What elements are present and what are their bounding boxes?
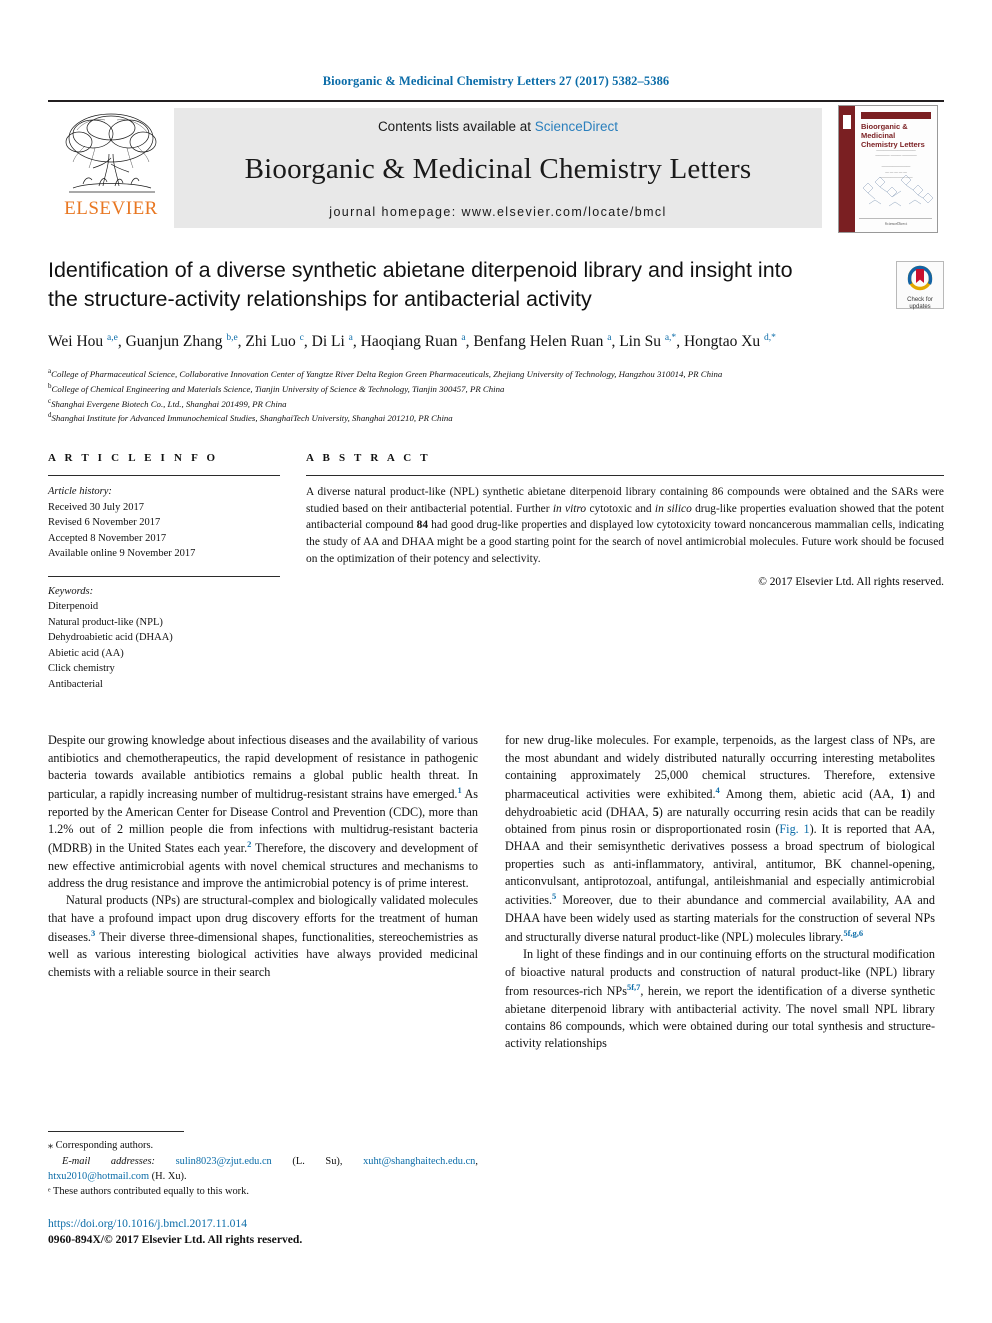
crossmark-label-line1: Check for [907,297,933,303]
article-history-label: Article history: [48,485,112,497]
affiliation-item: aCollege of Pharmaceutical Science, Coll… [48,366,944,381]
footnote-equal-contribution-text: These authors contributed equally to thi… [53,1185,249,1197]
history-item: Accepted 8 November 2017 [48,532,167,544]
article-info-column: A R T I C L E I N F O Article history: R… [48,452,280,692]
sciencedirect-link[interactable]: ScienceDirect [535,119,618,134]
abstract-heading: A B S T R A C T [306,451,431,464]
keyword-item: Natural product-like (NPL) [48,616,163,628]
affiliation-text: College of Pharmaceutical Science, Colla… [51,369,723,380]
abstract-text: A diverse natural product-like (NPL) syn… [306,485,944,565]
abstract-column: A B S T R A C T A diverse natural produc… [306,452,944,692]
elsevier-wordmark: ELSEVIER [64,198,158,219]
keyword-item: Dehydroabietic acid (DHAA) [48,632,173,644]
body-columns: Despite our growing knowledge about infe… [48,732,944,1052]
cover-title: Bioorganic & Medicinal Chemistry Letters [861,122,925,149]
keyword-item: Click chemistry [48,663,115,675]
keyword-item: Abietic acid (AA) [48,647,124,659]
keyword-item: Diterpenoid [48,601,99,613]
footnote-divider [48,1131,184,1132]
author-list: Wei Hou a,e, Guanjun Zhang b,e, Zhi Luo … [48,332,776,351]
doi-link[interactable]: https://doi.org/10.1016/j.bmcl.2017.11.0… [48,1217,478,1230]
divider [48,474,280,476]
affiliation-text: Shanghai Evergene Biotech Co., Ltd., Sha… [51,398,287,409]
asterisk-icon: ⁎ [48,1140,53,1151]
keywords-block: Keywords: Diterpenoid Natural product-li… [48,584,280,693]
epsilon-marker-icon: ᵉ [48,1185,51,1197]
body-paragraph: Despite our growing knowledge about infe… [48,733,478,891]
keyword-item: Antibacterial [48,678,103,690]
affiliation-item: bCollege of Chemical Engineering and Mat… [48,381,944,396]
body-right-column: for new drug-like molecules. For example… [505,732,935,1052]
crossmark-label-line2: updates [909,303,931,310]
email-label: E-mail addresses: [62,1155,155,1167]
body-left-column: Despite our growing knowledge about infe… [48,732,478,1052]
page-title: Identification of a diverse synthetic ab… [48,258,793,312]
footnote-emails: E-mail addresses: sulin8023@zjut.edu.cn … [48,1154,478,1184]
crossmark-icon [907,265,933,291]
crossmark-badge[interactable]: Check for updates [896,261,944,311]
affiliation-text: College of Chemical Engineering and Mate… [51,383,505,394]
affiliation-text: Shanghai Institute for Advanced Immunoch… [51,413,453,424]
doi-block: https://doi.org/10.1016/j.bmcl.2017.11.0… [48,1217,478,1248]
footnote-corresponding: ⁎ Corresponding authors. [48,1138,478,1154]
footnote-corresponding-text: Corresponding authors. [55,1140,154,1151]
article-info-heading: A R T I C L E I N F O [48,451,219,464]
crossmark-label: Check for updates [897,297,943,311]
journal-homepage[interactable]: journal homepage: www.elsevier.com/locat… [329,205,666,219]
elsevier-logo: ELSEVIER [48,102,174,234]
cover-structure-graphic [859,168,934,214]
info-abstract-row: A R T I C L E I N F O Article history: R… [48,452,944,692]
title-area: Identification of a diverse synthetic ab… [48,256,944,425]
journal-title: Bioorganic & Medicinal Chemistry Letters [244,153,752,185]
divider [48,575,280,577]
footnote-block: ⁎ Corresponding authors. E-mail addresse… [48,1131,478,1248]
contents-prefix: Contents lists available at [377,119,535,134]
divider [306,474,944,476]
history-item: Received 30 July 2017 [48,501,144,513]
body-paragraph: Natural products (NPs) are structural-co… [48,893,478,979]
journal-cover-thumbnail[interactable]: Bioorganic & Medicinal Chemistry Letters… [832,102,944,234]
affiliation-list: aCollege of Pharmaceutical Science, Coll… [48,366,944,425]
contents-available-line: Contents lists available at ScienceDirec… [378,119,618,134]
issn-copyright: 0960-894X/© 2017 Elsevier Ltd. All right… [48,1233,303,1247]
article-first-page: Bioorganic & Medicinal Chemistry Letters… [0,0,992,1323]
body-paragraph: for new drug-like molecules. For example… [505,733,935,945]
cover-footer: ScienceDirect [884,221,908,226]
body-paragraph: In light of these findings and in our co… [505,947,935,1051]
affiliation-item: cShanghai Evergene Biotech Co., Ltd., Sh… [48,396,944,411]
keywords-label: Keywords: [48,585,94,597]
abstract-copyright: © 2017 Elsevier Ltd. All rights reserved… [758,576,944,589]
article-history: Article history: Received 30 July 2017 R… [48,484,280,562]
history-item: Revised 6 November 2017 [48,517,161,529]
elsevier-tree-icon [65,113,157,193]
history-item: Available online 9 November 2017 [48,548,196,560]
running-head: Bioorganic & Medicinal Chemistry Letters… [322,74,670,88]
footnote-equal-contribution: ᵉ These authors contributed equally to t… [48,1184,478,1200]
journal-banner: ELSEVIER Contents lists available at Sci… [48,100,944,234]
affiliation-item: dShanghai Institute for Advanced Immunoc… [48,410,944,425]
banner-center: Contents lists available at ScienceDirec… [174,108,822,228]
